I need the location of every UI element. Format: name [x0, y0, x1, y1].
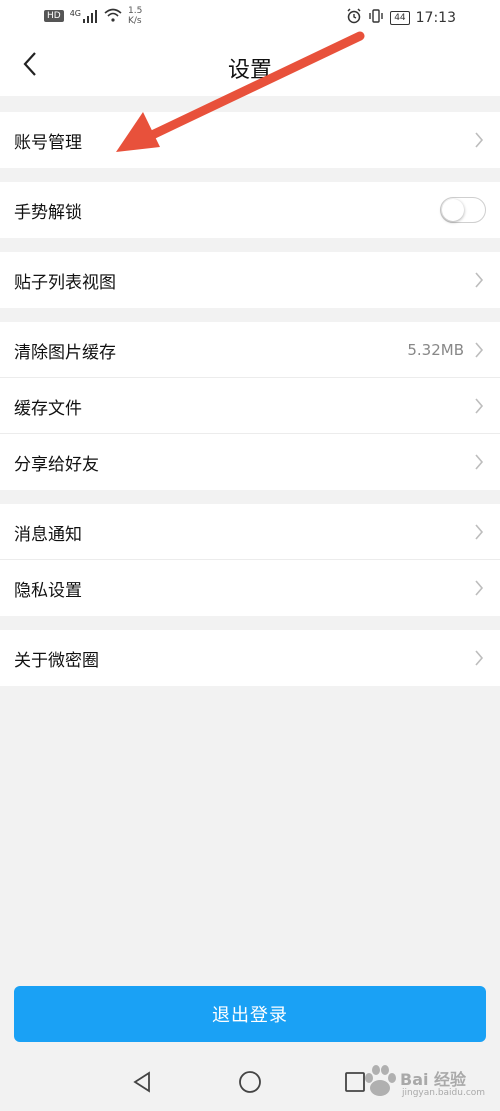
chevron-right-icon	[472, 452, 486, 472]
clock: 17:13	[415, 10, 456, 26]
row-label: 隐私设置	[14, 580, 82, 601]
settings-row-notifications[interactable]: 消息通知	[0, 504, 500, 560]
settings-row-clear-image-cache[interactable]: 清除图片缓存 5.32MB	[0, 322, 500, 378]
settings-row-privacy[interactable]: 隐私设置	[0, 560, 500, 616]
settings-row-post-list-view[interactable]: 贴子列表视图	[0, 252, 500, 308]
group-gap	[0, 616, 500, 630]
chevron-right-icon	[472, 270, 486, 290]
row-label: 手势解锁	[14, 202, 82, 223]
battery-level: 44	[394, 13, 406, 23]
chevron-right-icon	[472, 648, 486, 668]
group-gap	[0, 490, 500, 504]
wifi-icon	[104, 8, 122, 25]
chevron-right-icon	[472, 522, 486, 542]
chevron-right-icon	[472, 340, 486, 360]
row-label: 清除图片缓存	[14, 342, 116, 363]
vibrate-icon	[368, 8, 384, 28]
chevron-right-icon	[472, 396, 486, 416]
row-label: 关于微密圈	[14, 650, 99, 671]
alarm-icon	[346, 8, 362, 28]
network-speed: 1.5 K/s	[128, 6, 142, 26]
chevron-right-icon	[472, 578, 486, 598]
status-bar-right: 44 17:13	[346, 8, 456, 28]
speed-value: 1.5	[128, 6, 143, 16]
system-back-button[interactable]	[128, 1070, 156, 1098]
row-label: 缓存文件	[14, 398, 82, 419]
status-bar-left: HD 4G 1.5 K/s	[44, 6, 142, 26]
group-gap	[0, 238, 500, 252]
top-nav-bar: 设置	[0, 36, 500, 97]
baidu-watermark-logo: Bai 经验 jingyan.baidu.com	[362, 1058, 492, 1108]
status-bar: HD 4G 1.5 K/s 44 17:13	[0, 0, 500, 36]
settings-row-gesture-lock[interactable]: 手势解锁	[0, 182, 500, 238]
speed-unit: K/s	[128, 16, 142, 26]
settings-row-share-friends[interactable]: 分享给好友	[0, 434, 500, 490]
group-gap	[0, 168, 500, 182]
battery-icon: 44	[390, 11, 410, 25]
settings-row-account[interactable]: 账号管理	[0, 112, 500, 168]
settings-row-cache-files[interactable]: 缓存文件	[0, 378, 500, 434]
cache-size-value: 5.32MB	[407, 341, 464, 359]
row-label: 消息通知	[14, 524, 82, 545]
group-gap	[0, 96, 500, 112]
gesture-lock-toggle[interactable]	[440, 197, 486, 223]
settings-list: 账号管理 手势解锁 贴子列表视图 清除图片缓存 5.32MB 缓存文件 分享给好…	[0, 96, 500, 686]
settings-row-about[interactable]: 关于微密圈	[0, 630, 500, 686]
system-home-button[interactable]	[236, 1070, 264, 1098]
signal-icon: 4G	[70, 9, 98, 23]
triangle-back-icon	[131, 1071, 153, 1097]
toggle-knob	[442, 199, 464, 221]
row-label: 账号管理	[14, 132, 82, 153]
row-label: 贴子列表视图	[14, 272, 116, 293]
chevron-right-icon	[472, 130, 486, 150]
signal-label: 4G	[69, 9, 81, 18]
row-label: 分享给好友	[14, 454, 99, 475]
hd-badge: HD	[44, 10, 64, 22]
circle-home-icon	[238, 1070, 262, 1098]
group-gap	[0, 308, 500, 322]
page-title: 设置	[227, 58, 272, 83]
logout-button[interactable]: 退出登录	[14, 986, 486, 1042]
